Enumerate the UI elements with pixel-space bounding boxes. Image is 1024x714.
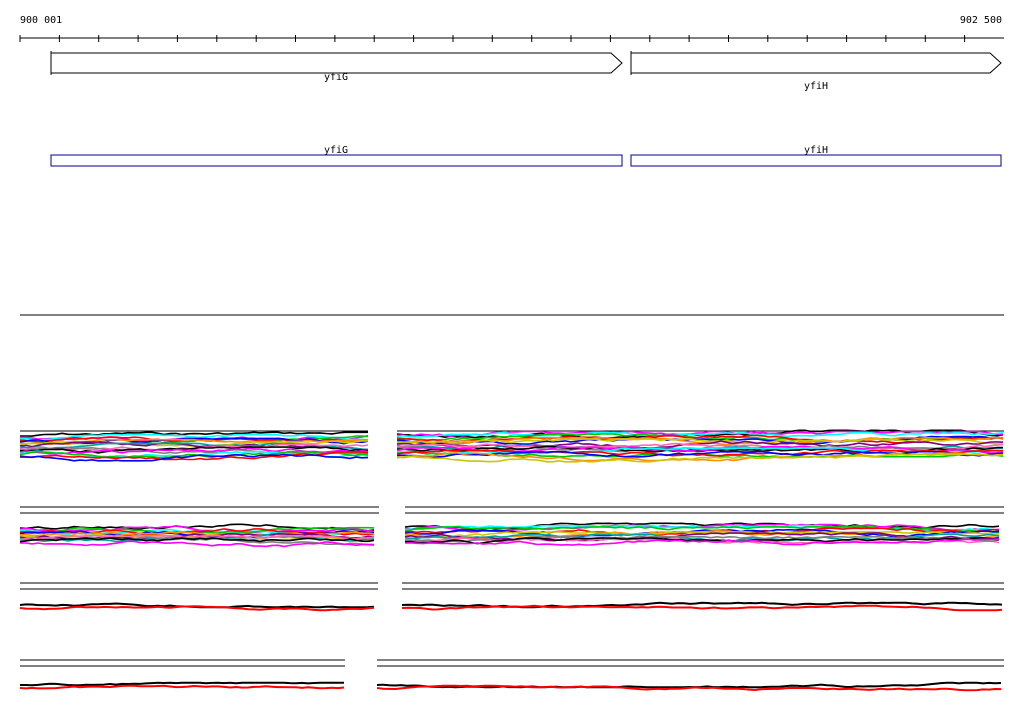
trace-block-3-right [401,601,1003,612]
trace-block-4-right [376,681,1002,692]
genome-browser-view: 900 001 902 500 yfiG yfiH yfiG yfiH [19,15,1004,692]
trace-block-1-left [19,431,369,462]
gene-arrow-yfiG[interactable] [50,52,623,74]
gene-track: yfiG yfiH [50,51,1002,92]
ruler-end-label: 902 500 [960,15,1002,26]
trace-line [401,604,1003,612]
expression-traces [19,429,1004,692]
trace-line [20,681,344,687]
feature-track: yfiG yfiH [50,145,1002,167]
trace-block-2-right [404,522,1000,546]
trace-block-2-left [19,523,375,548]
trace-block-3-left [19,602,375,612]
feature-label-yfiG: yfiG [324,145,348,156]
trace-block-1-right [396,429,1004,463]
feature-label-yfiH: yfiH [804,145,828,156]
feature-box-yfiH[interactable] [630,154,1002,167]
trace-block-4-left [19,681,345,690]
trace-line [19,684,345,690]
gene-arrow-yfiH[interactable] [630,52,1002,74]
gene-label-yfiH: yfiH [804,81,828,92]
ruler-start-label: 900 001 [20,15,62,26]
feature-box-yfiG[interactable] [50,154,623,167]
gene-label-yfiG: yfiG [324,72,348,83]
coordinate-ruler: 900 001 902 500 [19,15,1004,42]
